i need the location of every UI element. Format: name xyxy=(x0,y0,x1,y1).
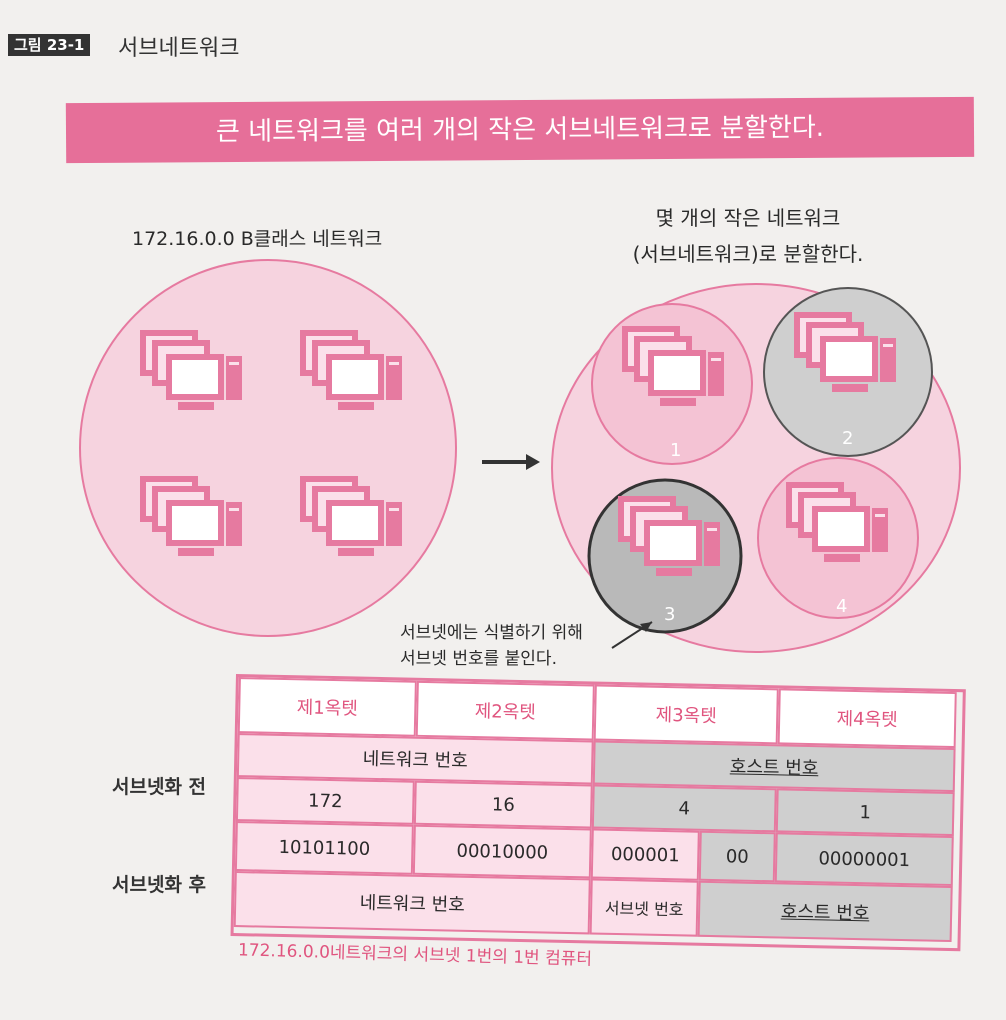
subnet-4-computer-icon xyxy=(786,482,896,577)
subnet-3-number: 3 xyxy=(664,604,676,625)
subnet-3-computer-icon xyxy=(618,496,728,591)
decimal-octet-3: 4 xyxy=(591,784,777,833)
binary-octet-1: 10101100 xyxy=(234,821,414,875)
header-octet-1: 제1옥텟 xyxy=(237,677,417,737)
subnet-note-line1: 서브넷에는 식별하기 위해 xyxy=(400,623,583,643)
subnet-4-number: 4 xyxy=(836,596,848,617)
subnet-2-computer-icon xyxy=(794,312,904,407)
computer-group-icon xyxy=(300,476,410,571)
binary-subnet-bits: 000001 xyxy=(590,828,700,881)
subnet-1-computer-icon xyxy=(622,326,732,421)
octet-table: 제1옥텟 제2옥텟 제3옥텟 제4옥텟 네트워크 번호 호스트 번호 172 1… xyxy=(230,674,966,952)
host-number-after: 호스트 번호 xyxy=(697,880,953,943)
arrow-icon xyxy=(482,454,540,470)
network-number-after: 네트워크 번호 xyxy=(233,871,591,935)
subnet-1-number: 1 xyxy=(670,440,682,461)
computer-group-icon xyxy=(300,330,410,425)
header-octet-4: 제4옥텟 xyxy=(777,688,957,749)
subnet-number-after: 서브넷 번호 xyxy=(589,878,699,937)
binary-octet-2: 00010000 xyxy=(412,824,592,879)
binary-octet-4: 00000001 xyxy=(774,832,954,887)
decimal-octet-2: 16 xyxy=(413,780,593,829)
decimal-octet-1: 172 xyxy=(235,777,415,825)
header-octet-3: 제3옥텟 xyxy=(593,684,779,745)
computer-group-icon xyxy=(140,330,250,425)
after-subnet-label: 서브넷화 후 xyxy=(112,874,207,896)
before-subnet-label: 서브넷화 전 xyxy=(112,776,207,798)
subnet-2-number: 2 xyxy=(842,428,854,449)
binary-host-bits-3: 00 xyxy=(698,830,776,883)
big-network-circle xyxy=(79,259,457,637)
decimal-octet-4: 1 xyxy=(775,788,955,837)
network-number-before: 네트워크 번호 xyxy=(236,733,594,785)
header-octet-2: 제2옥텟 xyxy=(415,680,595,741)
subnet-note-line2: 서브넷 번호를 붙인다. xyxy=(400,649,557,669)
computer-group-icon xyxy=(140,476,250,571)
subnet-note: 서브넷에는 식별하기 위해 서브넷 번호를 붙인다. xyxy=(400,620,583,672)
host-number-before: 호스트 번호 xyxy=(592,740,956,793)
